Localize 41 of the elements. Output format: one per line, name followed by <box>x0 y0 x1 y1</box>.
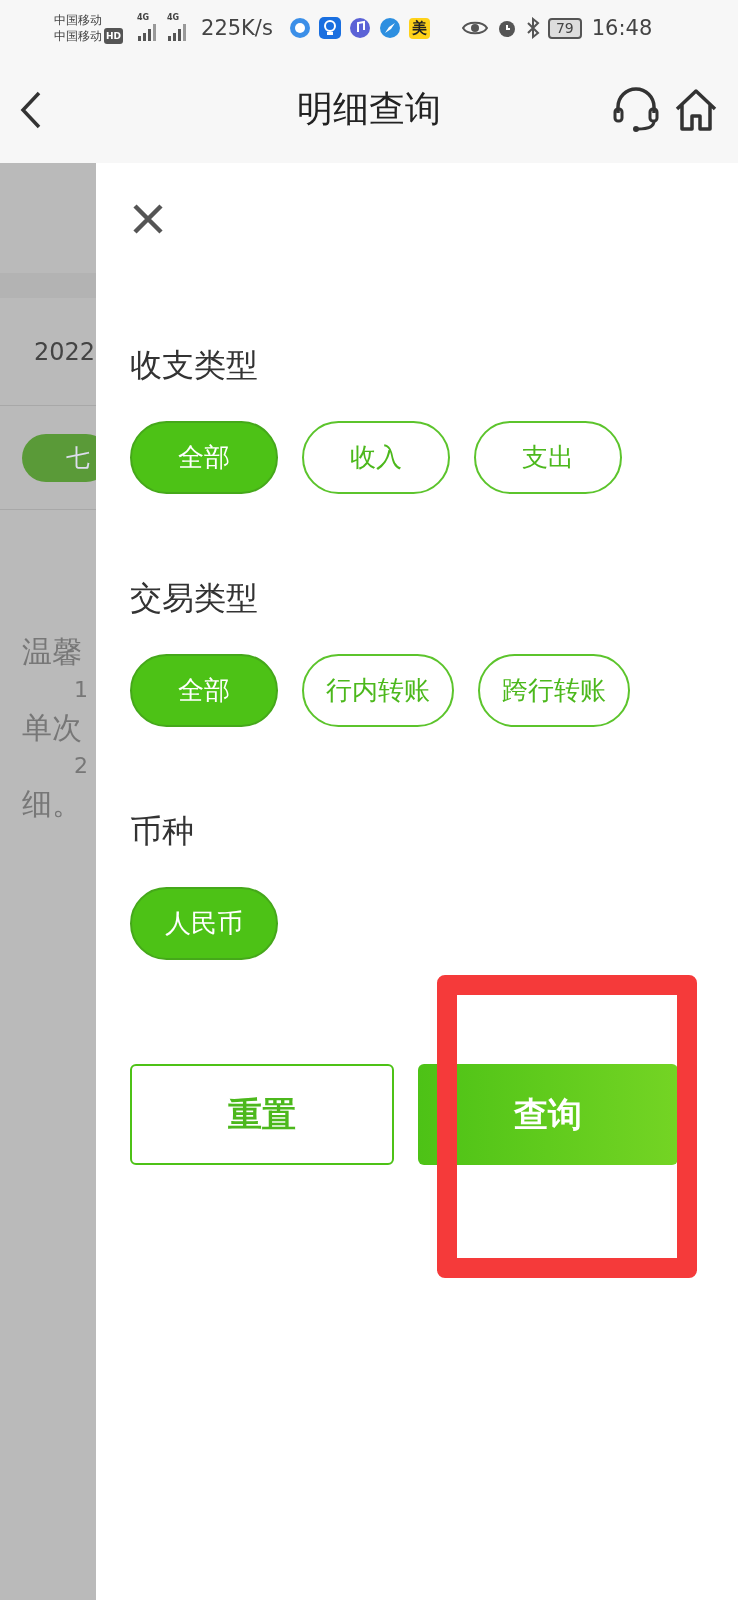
filter-option[interactable]: 人民币 <box>130 887 278 960</box>
notice-text: 1 <box>73 676 89 704</box>
browser-icon <box>288 17 311 39</box>
bluetooth-icon <box>525 17 540 39</box>
filter-option[interactable]: 全部 <box>130 654 278 727</box>
notice-text: 2 <box>73 752 89 780</box>
compass-icon <box>378 17 401 39</box>
eye-icon <box>461 19 488 37</box>
music-icon <box>348 17 371 39</box>
section-heading: 币种 <box>130 811 195 851</box>
lightbulb-icon <box>318 17 341 39</box>
hd-badge: HD <box>104 28 123 44</box>
carrier-name: 中国移动 <box>54 12 103 28</box>
headset-icon[interactable] <box>612 86 660 133</box>
home-icon[interactable] <box>674 87 718 132</box>
back-icon[interactable] <box>20 90 42 129</box>
network-speed: 225K/s <box>201 16 273 40</box>
clock-time: 16:48 <box>591 16 653 40</box>
signal-icon <box>137 22 159 42</box>
reset-button[interactable]: 重置 <box>130 1064 394 1165</box>
network-label: 4G <box>167 14 180 22</box>
section-heading: 交易类型 <box>130 578 259 618</box>
signal-icon <box>167 22 189 42</box>
notice-text: 温馨 <box>22 633 83 671</box>
network-label: 4G <box>137 14 150 22</box>
section-heading: 收支类型 <box>130 345 259 385</box>
filter-option[interactable]: 收入 <box>302 421 450 494</box>
notice-text: 单次 <box>22 709 83 747</box>
query-button[interactable]: 查询 <box>418 1064 678 1165</box>
filter-option[interactable]: 行内转账 <box>302 654 454 727</box>
app-badge: 美 <box>408 17 430 39</box>
battery-indicator: 79 <box>547 17 582 39</box>
filter-option[interactable]: 支出 <box>474 421 622 494</box>
period-chip[interactable]: 七 <box>22 433 96 482</box>
close-icon[interactable] <box>132 203 164 235</box>
carrier-name: 中国移动 <box>54 28 102 44</box>
date-text: 2022 <box>34 337 96 366</box>
filter-option[interactable]: 跨行转账 <box>478 654 630 727</box>
filter-option[interactable]: 全部 <box>130 421 278 494</box>
page-title: 明细查询 <box>297 87 441 131</box>
notice-text: 细。 <box>22 785 83 823</box>
